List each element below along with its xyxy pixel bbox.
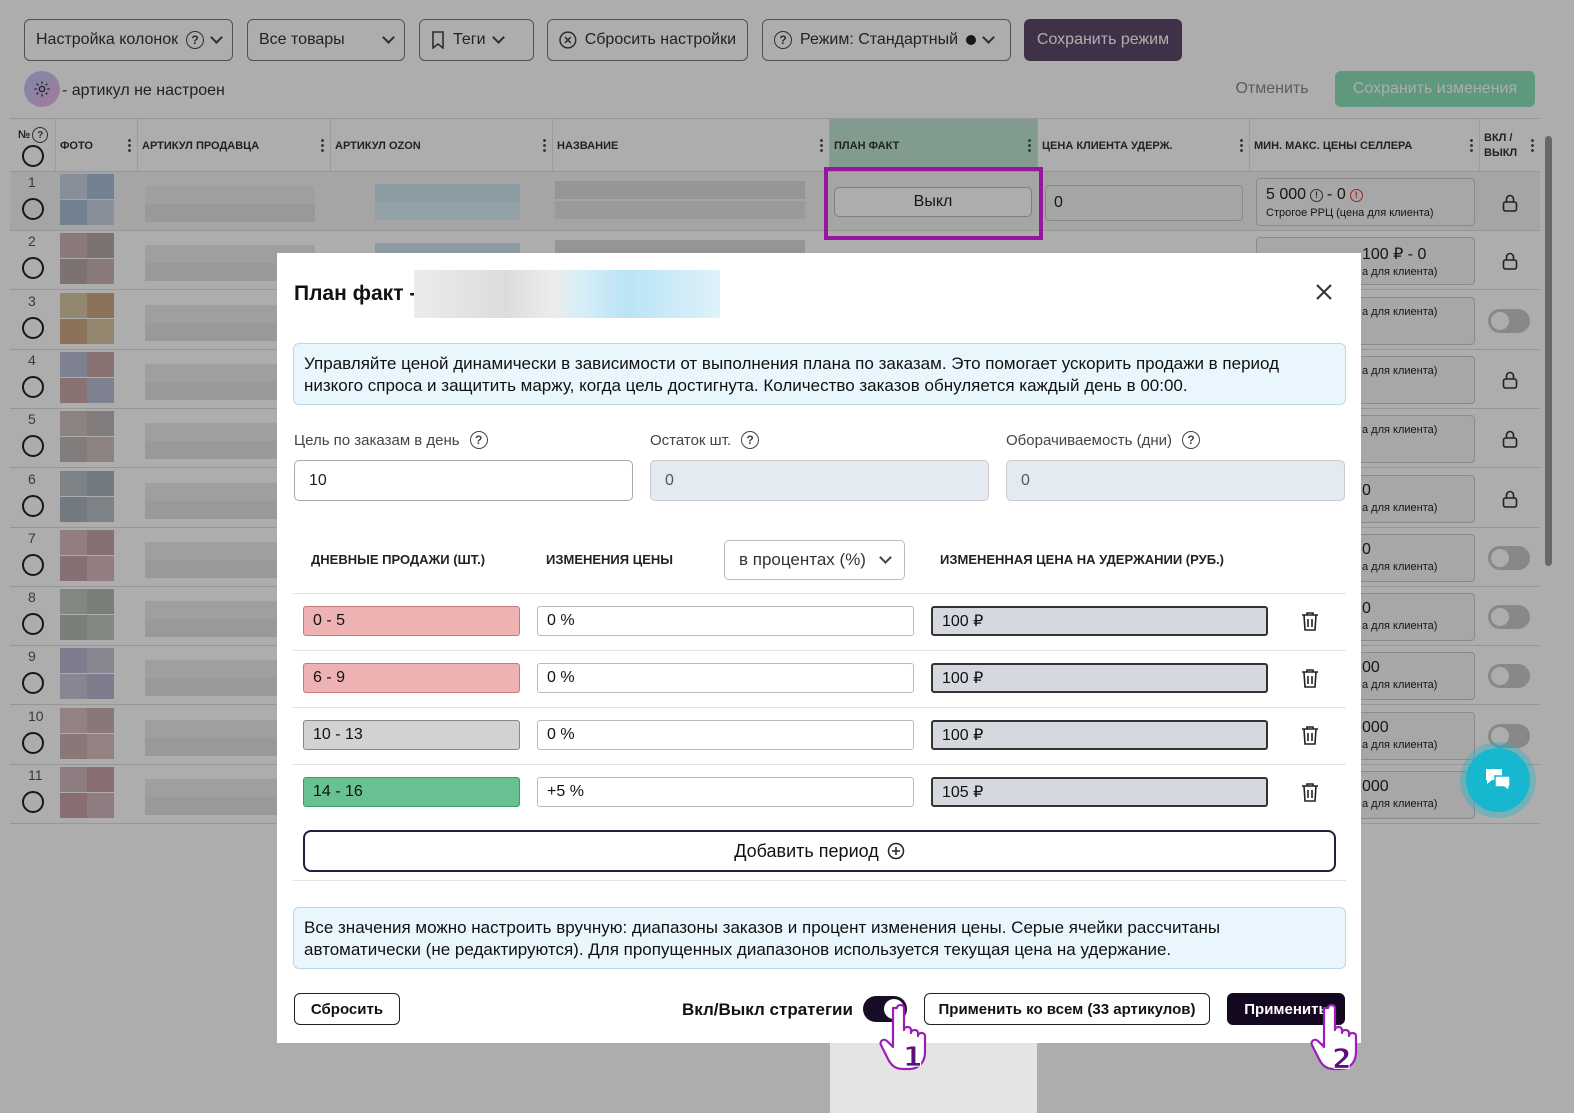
- divider: [293, 650, 1346, 651]
- period-range-input[interactable]: 0 - 5: [303, 606, 520, 636]
- step-2-label: 2: [1332, 1042, 1351, 1075]
- unit-select[interactable]: в процентах (%): [724, 540, 905, 580]
- price-change-input[interactable]: +5 %: [537, 777, 914, 807]
- chevron-down-icon: [879, 551, 892, 564]
- info-box-top: Управляйте ценой динамически в зависимос…: [293, 343, 1346, 405]
- turnover-label: Оборачиваемость (дни)?: [1006, 431, 1201, 449]
- goal-label: Цель по заказам в день?: [294, 431, 488, 449]
- stock-label: Остаток шт.?: [650, 431, 760, 449]
- close-icon[interactable]: [1314, 282, 1334, 302]
- calculated-price-field: 100 ₽: [931, 720, 1268, 750]
- daily-sales-header: ДНЕВНЫЕ ПРОДАЖИ (ШТ.): [311, 552, 486, 567]
- calculated-price-field: 100 ₽: [931, 606, 1268, 636]
- period-range-input[interactable]: 10 - 13: [303, 720, 520, 750]
- calculated-price-field: 100 ₽: [931, 663, 1268, 693]
- blurred-product-name: [414, 270, 720, 318]
- divider: [293, 707, 1346, 708]
- trash-icon[interactable]: [1301, 725, 1319, 745]
- unit-select-value: в процентах (%): [739, 550, 866, 569]
- help-icon[interactable]: ?: [469, 431, 488, 449]
- trash-icon[interactable]: [1301, 782, 1319, 802]
- goal-label-text: Цель по заказам в день: [294, 431, 460, 449]
- trash-icon[interactable]: [1301, 668, 1319, 688]
- pointer-hand-step-2-icon: 2: [1310, 1003, 1358, 1076]
- add-period-button[interactable]: Добавить период: [303, 830, 1336, 872]
- info-box-bottom: Все значения можно настроить вручную: ди…: [293, 907, 1346, 969]
- price-change-header: ИЗМЕНЕНИЯ ЦЕНЫ: [546, 552, 674, 567]
- plan-fact-modal: План факт - Управляйте ценой динамически…: [277, 253, 1361, 1043]
- strategy-toggle-label: Вкл/Выкл стратегии: [682, 1000, 853, 1019]
- price-change-input[interactable]: 0 %: [537, 663, 914, 693]
- support-chat-button[interactable]: [1466, 748, 1530, 812]
- plus-circle-icon: [887, 842, 904, 860]
- period-range-input[interactable]: 6 - 9: [303, 663, 520, 693]
- goal-input[interactable]: 10: [294, 460, 633, 501]
- divider: [293, 593, 1346, 594]
- help-icon[interactable]: ?: [741, 431, 760, 449]
- help-icon[interactable]: ?: [1182, 431, 1201, 449]
- stock-field: 0: [650, 460, 989, 501]
- divider: [293, 764, 1346, 765]
- price-change-input[interactable]: 0 %: [537, 606, 914, 636]
- turnover-field: 0: [1006, 460, 1345, 501]
- modal-title: План факт -: [294, 282, 417, 305]
- stock-label-text: Остаток шт.: [650, 431, 732, 449]
- trash-icon[interactable]: [1301, 611, 1319, 631]
- period-range-input[interactable]: 14 - 16: [303, 777, 520, 807]
- new-price-header: ИЗМЕНЕННАЯ ЦЕНА НА УДЕРЖАНИИ (РУБ.): [940, 552, 1224, 567]
- reset-button[interactable]: Сбросить: [294, 993, 400, 1025]
- pointer-hand-step-1-icon: 1: [879, 1003, 927, 1074]
- step-1-label: 1: [903, 1040, 922, 1073]
- chat-icon: [1486, 769, 1511, 793]
- apply-all-button[interactable]: Применить ко всем (33 артикулов): [924, 993, 1210, 1025]
- price-change-input[interactable]: 0 %: [537, 720, 914, 750]
- turnover-label-text: Оборачиваемость (дни): [1006, 431, 1173, 449]
- calculated-price-field: 105 ₽: [931, 777, 1268, 807]
- add-period-label: Добавить период: [734, 840, 879, 861]
- divider: [293, 880, 1346, 881]
